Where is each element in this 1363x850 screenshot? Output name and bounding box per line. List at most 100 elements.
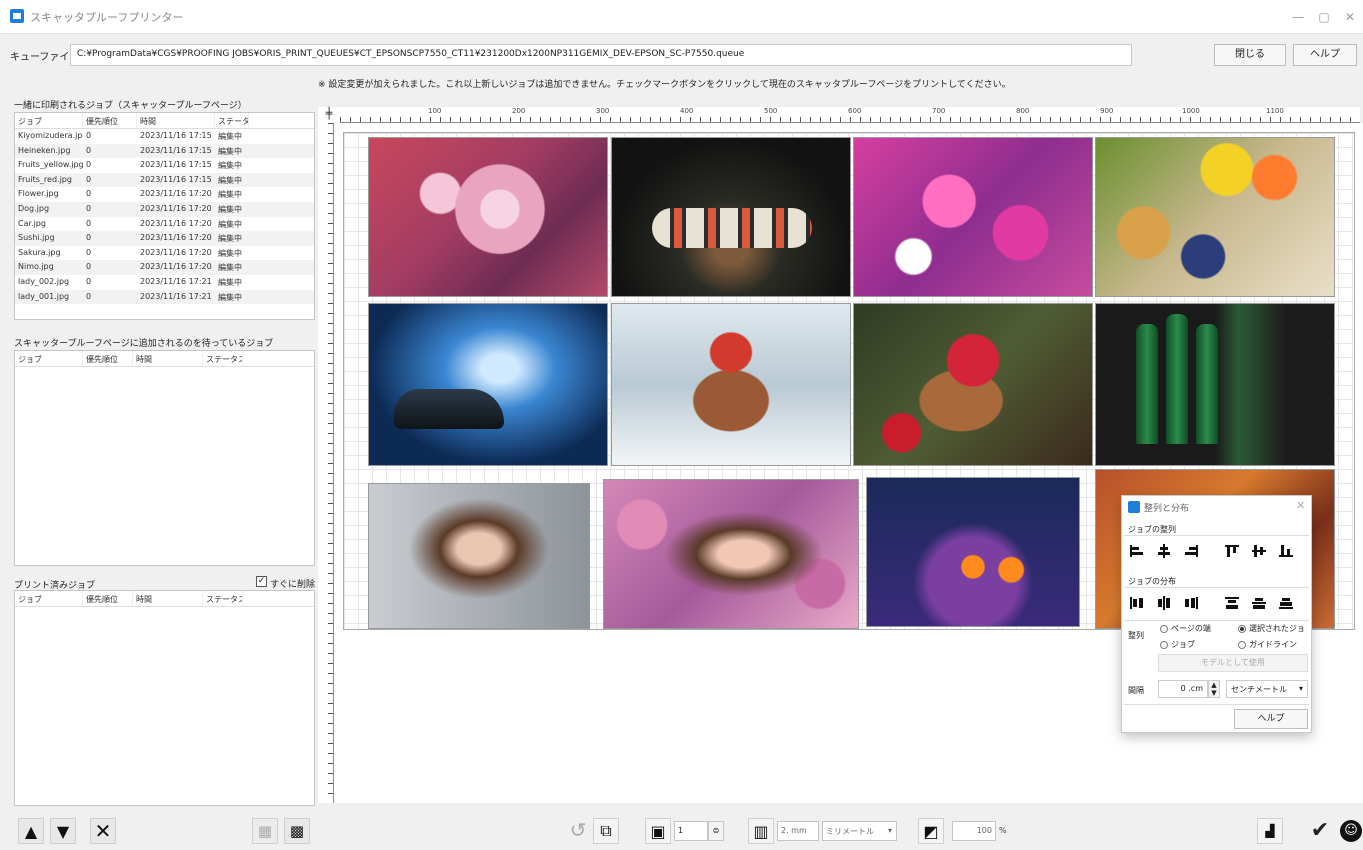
- ruler-tick-label: 800: [1016, 107, 1030, 115]
- column-time[interactable]: 時間: [137, 113, 215, 128]
- radio-page-edge[interactable]: [1160, 625, 1168, 633]
- copies-button[interactable]: ▣: [645, 818, 671, 844]
- dog-image[interactable]: [611, 303, 851, 466]
- distribute-middle-icon[interactable]: [1251, 596, 1267, 610]
- column-time[interactable]: 時間: [133, 351, 203, 366]
- table-row[interactable]: Fruits_red.jpg 0 2023/11/16 17:15 編集中: [15, 172, 314, 188]
- sakura-image[interactable]: [368, 137, 608, 297]
- distribute-bottom-icon[interactable]: [1278, 596, 1294, 610]
- column-status[interactable]: ステータス: [215, 113, 249, 128]
- sushi-image[interactable]: [611, 137, 851, 297]
- table-row[interactable]: Sakura.jpg 0 2023/11/16 17:20 編集中: [15, 246, 314, 261]
- column-status[interactable]: ステータス: [203, 351, 243, 366]
- dialog-close-icon[interactable]: ✕: [1296, 499, 1305, 512]
- heineken-image[interactable]: [1095, 303, 1335, 466]
- close-window-button[interactable]: ✕: [1335, 8, 1363, 26]
- ruler-numbers: 100 200 300 400 500 600 700 800 900 1000…: [340, 107, 1360, 117]
- radio-guide[interactable]: [1238, 641, 1246, 649]
- printed-jobs-list[interactable]: ジョブ 優先順位 時間 ステータス: [14, 590, 315, 806]
- queue-file-label: キューファイル: [10, 52, 80, 63]
- distribute-center-icon[interactable]: [1156, 596, 1172, 610]
- column-job[interactable]: ジョブ: [15, 591, 83, 606]
- distribute-right-icon[interactable]: [1183, 596, 1199, 610]
- radio-guide-label: ガイドライン: [1249, 640, 1297, 649]
- job-name: Nimo.jpg: [18, 262, 54, 272]
- flower-image[interactable]: [853, 137, 1093, 297]
- print-confirm-button[interactable]: ✔: [1307, 818, 1333, 844]
- align-bottom-icon[interactable]: [1278, 544, 1294, 558]
- align-distribute-dialog[interactable]: 整列と分布 ✕ ジョブの整列 ジョブの分布 整列 ページの端 選択されたジョ ジ…: [1121, 495, 1312, 733]
- waiting-jobs-list[interactable]: ジョブ 優先順位 時間 ステータス: [14, 350, 315, 566]
- queue-file-path-field[interactable]: C:¥ProgramData¥CGS¥PROOFING JOBS¥ORIS_PR…: [70, 44, 1132, 66]
- column-priority[interactable]: 優先順位: [83, 113, 137, 128]
- job-status: 編集中: [218, 161, 242, 171]
- column-job[interactable]: ジョブ: [15, 351, 83, 366]
- column-priority[interactable]: 優先順位: [83, 351, 133, 366]
- rotate-icon[interactable]: ↺: [565, 818, 591, 844]
- table-row[interactable]: Heineken.jpg 0 2023/11/16 17:15 編集中: [15, 143, 314, 159]
- spacing-input[interactable]: 2. mm: [777, 821, 819, 841]
- crop-button[interactable]: ⧉: [593, 818, 619, 844]
- help-button[interactable]: ヘルプ: [1293, 44, 1357, 66]
- job-name: Kiyomizudera.jpg: [18, 131, 83, 140]
- align-middle-icon[interactable]: [1251, 544, 1267, 558]
- lady-002-image[interactable]: [603, 479, 859, 629]
- table-row[interactable]: lady_002.jpg 0 2023/11/16 17:21 編集中: [15, 275, 314, 290]
- close-button[interactable]: 閉じる: [1214, 44, 1286, 66]
- job-name: lady_001.jpg: [18, 291, 70, 301]
- job-time: 2023/11/16 17:20: [140, 203, 212, 213]
- fruits-yellow-image[interactable]: [1095, 137, 1335, 297]
- job-time: 2023/11/16 17:15: [140, 145, 212, 155]
- table-row[interactable]: Fruits_yellow.jpg 0 2023/11/16 17:15 編集中: [15, 158, 314, 173]
- spacing-unit-select[interactable]: センチメートル ▾: [1226, 680, 1308, 698]
- spacing-button[interactable]: ▥: [748, 818, 774, 844]
- radio-selected-job[interactable]: [1238, 625, 1246, 633]
- move-down-button[interactable]: ▼: [50, 818, 76, 844]
- queued-jobs-list[interactable]: ジョブ 優先順位 時間 ステータス Kiyomizudera.jpg02023/…: [14, 112, 315, 320]
- zoom-input[interactable]: 100: [952, 821, 996, 841]
- column-time[interactable]: 時間: [133, 591, 203, 606]
- spacing-input[interactable]: 0 .cm: [1158, 680, 1208, 698]
- car-body: [394, 389, 504, 429]
- zoom-button[interactable]: ◩: [918, 818, 944, 844]
- table-row[interactable]: Nimo.jpg 0 2023/11/16 17:20 編集中: [15, 260, 314, 275]
- radio-job[interactable]: [1160, 641, 1168, 649]
- distribute-top-icon[interactable]: [1224, 596, 1240, 610]
- job-name: Car.jpg: [18, 218, 46, 228]
- list-view-button[interactable]: ▦: [252, 818, 278, 844]
- align-top-icon[interactable]: [1224, 544, 1240, 558]
- car-image[interactable]: [368, 303, 608, 466]
- nimo-image[interactable]: [866, 477, 1080, 627]
- table-row[interactable]: Car.jpg 0 2023/11/16 17:20 編集中: [15, 217, 314, 232]
- column-priority[interactable]: 優先順位: [83, 591, 133, 606]
- job-status: 編集中: [218, 263, 242, 273]
- status-face-icon[interactable]: ☺: [1340, 820, 1362, 842]
- align-center-icon[interactable]: [1156, 544, 1172, 558]
- align-left-icon[interactable]: [1129, 544, 1145, 558]
- align-right-icon[interactable]: [1183, 544, 1199, 558]
- job-priority: 0: [86, 247, 92, 257]
- spacing-unit-select[interactable]: ミリメートル ▾: [822, 821, 897, 841]
- move-up-button[interactable]: ▲: [18, 818, 44, 844]
- table-row[interactable]: Sushi.jpg 0 2023/11/16 17:20 編集中: [15, 231, 314, 246]
- triangle-up-icon: ▲: [24, 821, 38, 841]
- table-row[interactable]: Flower.jpg 0 2023/11/16 17:20 編集中: [15, 187, 314, 202]
- column-status[interactable]: ステータス: [203, 591, 243, 606]
- spacing-spinner[interactable]: ▲ ▼: [1208, 680, 1220, 698]
- lady-001-image[interactable]: [368, 483, 590, 629]
- dialog-help-button[interactable]: ヘルプ: [1234, 709, 1308, 729]
- use-as-reference-button[interactable]: モデルとして使用: [1158, 654, 1308, 672]
- delete-job-button[interactable]: ✕: [90, 818, 116, 844]
- grid-view-button[interactable]: ▩: [284, 818, 310, 844]
- table-row[interactable]: Dog.jpg 0 2023/11/16 17:20 編集中: [15, 201, 314, 217]
- table-row[interactable]: lady_001.jpg 0 2023/11/16 17:21 編集中: [15, 289, 314, 305]
- distribute-left-icon[interactable]: [1129, 596, 1145, 610]
- column-job[interactable]: ジョブ: [15, 113, 83, 128]
- print-settings-button[interactable]: ▟: [1257, 818, 1283, 844]
- fruits-red-image[interactable]: [853, 303, 1093, 466]
- job-priority: 0: [86, 174, 92, 184]
- table-row[interactable]: Kiyomizudera.jpg 0 2023/11/16 17:15 編集中: [15, 129, 314, 144]
- delete-now-checkbox[interactable]: ✓: [256, 576, 267, 587]
- copies-spinner[interactable]: ⊜: [708, 821, 724, 841]
- copies-input[interactable]: 1: [674, 821, 708, 841]
